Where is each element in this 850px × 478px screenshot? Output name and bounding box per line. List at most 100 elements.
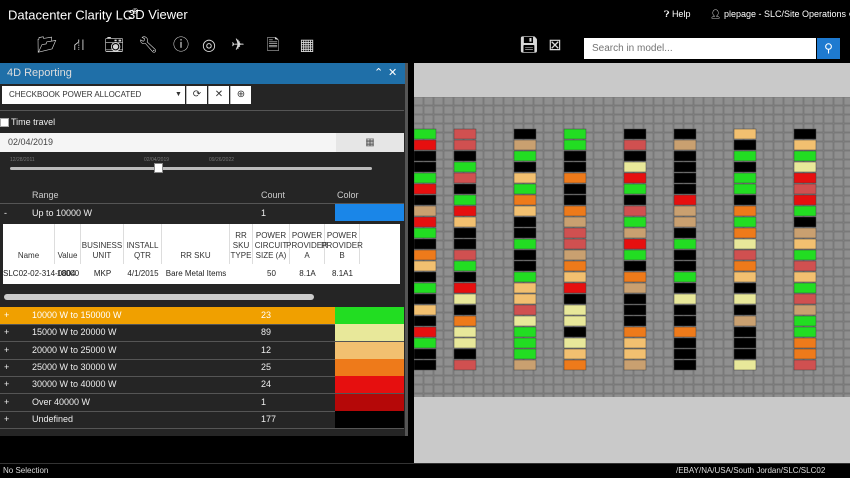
rack-unit[interactable]: [733, 150, 757, 162]
rack-unit[interactable]: [453, 183, 477, 195]
rack-unit[interactable]: [414, 205, 437, 217]
collapse-icon[interactable]: ⌃: [374, 66, 383, 79]
rack-unit[interactable]: [563, 315, 587, 327]
rack-unit[interactable]: [673, 139, 697, 151]
vertical-scrollbar[interactable]: [405, 63, 408, 436]
rack-unit[interactable]: [623, 293, 647, 305]
rack-unit[interactable]: [563, 359, 587, 371]
rack-unit[interactable]: [563, 227, 587, 239]
rack-unit[interactable]: [623, 337, 647, 349]
clear-view-icon[interactable]: ⊠: [544, 36, 566, 56]
rack-unit[interactable]: [623, 194, 647, 206]
rack-unit[interactable]: [673, 194, 697, 206]
rack-unit[interactable]: [453, 249, 477, 261]
rack-unit[interactable]: [793, 315, 817, 327]
rack-unit[interactable]: [733, 161, 757, 173]
rack-unit[interactable]: [793, 216, 817, 228]
rack-unit[interactable]: [733, 249, 757, 261]
rack-unit[interactable]: [673, 172, 697, 184]
rack-unit[interactable]: [453, 304, 477, 316]
rack-unit[interactable]: [793, 128, 817, 140]
rack-unit[interactable]: [414, 337, 437, 349]
rack-unit[interactable]: [414, 348, 437, 360]
rack-unit[interactable]: [414, 161, 437, 173]
rack-unit[interactable]: [623, 238, 647, 250]
rack-unit[interactable]: [563, 348, 587, 360]
date-field[interactable]: 02/04/2019: [0, 133, 336, 152]
document-icon[interactable]: 🗎: [262, 36, 284, 56]
rack-unit[interactable]: [623, 282, 647, 294]
rack-unit[interactable]: [673, 315, 697, 327]
time-slider-handle[interactable]: [154, 163, 163, 173]
save-view-icon[interactable]: 💾︎: [518, 36, 540, 56]
rack-unit[interactable]: [733, 227, 757, 239]
rack-unit[interactable]: [563, 282, 587, 294]
rack-unit[interactable]: [453, 128, 477, 140]
rack-unit[interactable]: [673, 359, 697, 371]
rack-unit[interactable]: [793, 359, 817, 371]
wrench-icon[interactable]: 🔧︎: [137, 36, 159, 56]
rack-unit[interactable]: [414, 271, 437, 283]
rack-unit[interactable]: [793, 139, 817, 151]
rack-unit[interactable]: [414, 282, 437, 294]
rack-unit[interactable]: [453, 271, 477, 283]
rack-unit[interactable]: [733, 282, 757, 294]
rack-unit[interactable]: [733, 348, 757, 360]
search-input[interactable]: [584, 38, 816, 59]
help-link[interactable]: ❓︎ Help: [664, 9, 690, 20]
globe-icon[interactable]: ◎: [198, 36, 220, 56]
rack-unit[interactable]: [513, 271, 537, 283]
rack-unit[interactable]: [563, 249, 587, 261]
download-button[interactable]: ⊕: [230, 86, 251, 104]
rack-unit[interactable]: [513, 227, 537, 239]
rack-unit[interactable]: [793, 194, 817, 206]
rack-unit[interactable]: [453, 172, 477, 184]
rack-visualization[interactable]: [414, 97, 850, 397]
rack-unit[interactable]: [563, 183, 587, 195]
rack-unit[interactable]: [673, 260, 697, 272]
rack-unit[interactable]: [414, 172, 437, 184]
rack-unit[interactable]: [623, 271, 647, 283]
rack-unit[interactable]: [513, 194, 537, 206]
refresh-button[interactable]: ⟳: [186, 86, 207, 104]
rack-unit[interactable]: [673, 205, 697, 217]
rack-unit[interactable]: [793, 249, 817, 261]
rack-unit[interactable]: [623, 139, 647, 151]
rack-unit[interactable]: [414, 304, 437, 316]
rack-unit[interactable]: [563, 205, 587, 217]
rack-unit[interactable]: [733, 194, 757, 206]
rack-unit[interactable]: [793, 326, 817, 338]
row-toggle[interactable]: +: [4, 379, 9, 389]
rack-unit[interactable]: [793, 238, 817, 250]
rack-unit[interactable]: [414, 183, 437, 195]
rack-unit[interactable]: [793, 260, 817, 272]
rack-unit[interactable]: [563, 238, 587, 250]
rack-unit[interactable]: [673, 282, 697, 294]
rack-unit[interactable]: [453, 216, 477, 228]
rack-unit[interactable]: [793, 205, 817, 217]
rack-unit[interactable]: [513, 150, 537, 162]
rack-unit[interactable]: [733, 260, 757, 272]
rack-unit[interactable]: [453, 227, 477, 239]
rack-unit[interactable]: [513, 326, 537, 338]
rack-unit[interactable]: [414, 293, 437, 305]
rack-unit[interactable]: [414, 249, 437, 261]
camera-icon[interactable]: 📷︎: [103, 36, 125, 56]
rack-unit[interactable]: [414, 260, 437, 272]
rack-unit[interactable]: [563, 161, 587, 173]
rack-unit[interactable]: [733, 183, 757, 195]
row-toggle[interactable]: +: [4, 362, 9, 372]
rack-unit[interactable]: [513, 282, 537, 294]
rack-unit[interactable]: [733, 216, 757, 228]
rack-unit[interactable]: [673, 216, 697, 228]
info-icon[interactable]: ⓘ: [170, 36, 192, 56]
rack-unit[interactable]: [513, 304, 537, 316]
rack-unit[interactable]: [733, 304, 757, 316]
rack-unit[interactable]: [414, 194, 437, 206]
rack-unit[interactable]: [733, 326, 757, 338]
rack-unit[interactable]: [414, 150, 437, 162]
rack-unit[interactable]: [563, 326, 587, 338]
rack-unit[interactable]: [673, 150, 697, 162]
time-slider-track[interactable]: [10, 167, 372, 170]
rack-unit[interactable]: [623, 304, 647, 316]
